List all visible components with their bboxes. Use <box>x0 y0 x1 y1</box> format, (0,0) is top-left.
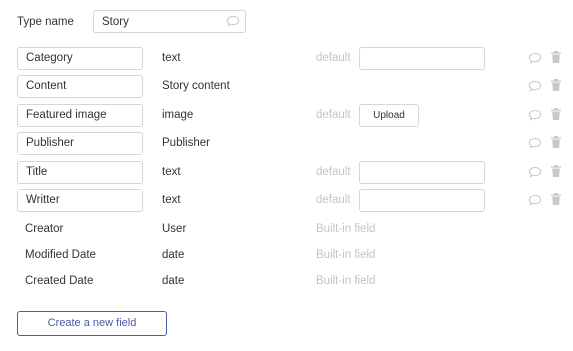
type-name-label: Type name <box>17 16 74 28</box>
field-type: date <box>162 275 185 287</box>
speech-bubble-icon[interactable] <box>528 109 542 121</box>
field-row-publisher: Publisher Publisher <box>0 132 573 155</box>
speech-bubble-icon[interactable] <box>528 52 542 64</box>
builtin-field-name: Created Date <box>25 275 94 287</box>
field-type: image <box>162 109 194 121</box>
builtin-row-modified-date: Modified Date date Built-in field <box>0 244 573 267</box>
field-type: text <box>162 166 181 178</box>
field-row-title: Title text default <box>0 161 573 184</box>
field-type: text <box>162 194 181 206</box>
builtin-row-created-date: Created Date date Built-in field <box>0 270 573 293</box>
field-name-input[interactable]: Writter <box>17 189 143 212</box>
speech-bubble-icon[interactable] <box>528 137 542 149</box>
speech-bubble-icon[interactable] <box>528 80 542 92</box>
field-row-content: Content Story content <box>0 75 573 98</box>
field-type: date <box>162 249 185 261</box>
upload-button[interactable]: Upload <box>359 104 419 127</box>
default-label: default <box>316 166 351 178</box>
speech-bubble-icon[interactable] <box>528 194 542 206</box>
field-type: User <box>162 223 187 235</box>
field-row-writter: Writter text default <box>0 189 573 212</box>
builtin-field-name: Modified Date <box>25 249 96 261</box>
trash-icon[interactable] <box>550 107 562 121</box>
trash-icon[interactable] <box>550 164 562 178</box>
trash-icon[interactable] <box>550 135 562 149</box>
field-name-input[interactable]: Category <box>17 47 143 70</box>
builtin-field-note: Built-in field <box>316 249 376 261</box>
field-name-input[interactable]: Title <box>17 161 143 184</box>
field-name-input[interactable]: Featured image <box>17 104 143 127</box>
builtin-field-note: Built-in field <box>316 275 376 287</box>
builtin-field-note: Built-in field <box>316 223 376 235</box>
field-row-featured-image: Featured image image default Upload <box>0 104 573 127</box>
default-value-input[interactable] <box>359 47 485 70</box>
default-label: default <box>316 109 351 121</box>
trash-icon[interactable] <box>550 192 562 206</box>
field-type: Story content <box>162 80 230 92</box>
trash-icon[interactable] <box>550 50 562 64</box>
builtin-row-creator: Creator User Built-in field <box>0 218 573 241</box>
default-label: default <box>316 52 351 64</box>
field-name-input[interactable]: Publisher <box>17 132 143 155</box>
trash-icon[interactable] <box>550 78 562 92</box>
default-label: default <box>316 194 351 206</box>
field-row-category: Category text default <box>0 47 573 70</box>
field-type: Publisher <box>162 137 210 149</box>
speech-bubble-icon[interactable] <box>528 166 542 178</box>
default-value-input[interactable] <box>359 189 485 212</box>
type-name-input[interactable] <box>93 10 246 33</box>
field-name-input[interactable]: Content <box>17 75 143 98</box>
builtin-field-name: Creator <box>25 223 64 235</box>
speech-bubble-icon[interactable] <box>226 15 240 27</box>
field-type: text <box>162 52 181 64</box>
default-value-input[interactable] <box>359 161 485 184</box>
create-new-field-button[interactable]: Create a new field <box>17 311 167 336</box>
